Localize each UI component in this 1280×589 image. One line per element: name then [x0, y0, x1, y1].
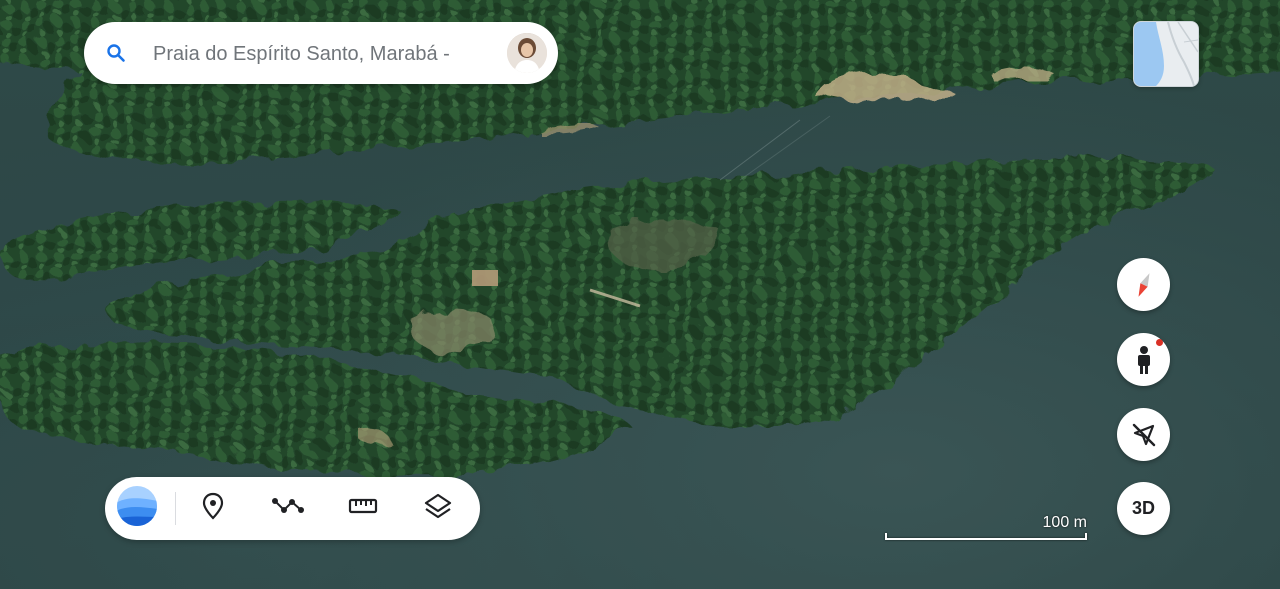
search-icon[interactable] — [104, 41, 128, 65]
place-marker-icon — [202, 492, 224, 525]
map-layers-button[interactable] — [417, 477, 459, 540]
draw-path-icon — [271, 495, 305, 522]
pegman-icon — [1133, 345, 1155, 375]
scale-bar — [885, 533, 1087, 540]
compass-icon — [1131, 270, 1157, 300]
search-bar[interactable]: Praia do Espírito Santo, Marabá - — [84, 22, 558, 84]
avatar[interactable] — [507, 33, 547, 73]
compass-button[interactable] — [1117, 258, 1170, 311]
view-3d-label: 3D — [1131, 498, 1155, 518]
draw-path-button[interactable] — [267, 477, 309, 540]
layers-icon — [424, 492, 452, 525]
measure-button[interactable] — [342, 477, 384, 540]
location-off-icon — [1130, 421, 1158, 449]
measure-ruler-icon — [348, 496, 378, 521]
search-input[interactable]: Praia do Espírito Santo, Marabá - — [153, 42, 491, 66]
add-placemark-button[interactable] — [193, 477, 233, 540]
notification-dot — [1156, 339, 1163, 346]
my-location-button[interactable] — [1117, 408, 1170, 461]
view-3d-button[interactable]: 3D — [1117, 482, 1170, 535]
map-scale: 100 m — [885, 512, 1089, 540]
scale-label: 100 m — [1042, 514, 1087, 531]
earth-logo-icon — [116, 485, 158, 532]
street-view-button[interactable] — [1117, 333, 1170, 386]
minimap-thumbnail[interactable] — [1133, 21, 1199, 87]
earth-menu-button[interactable] — [113, 477, 161, 540]
bottom-toolbar — [105, 477, 480, 540]
toolbar-divider — [175, 492, 176, 525]
